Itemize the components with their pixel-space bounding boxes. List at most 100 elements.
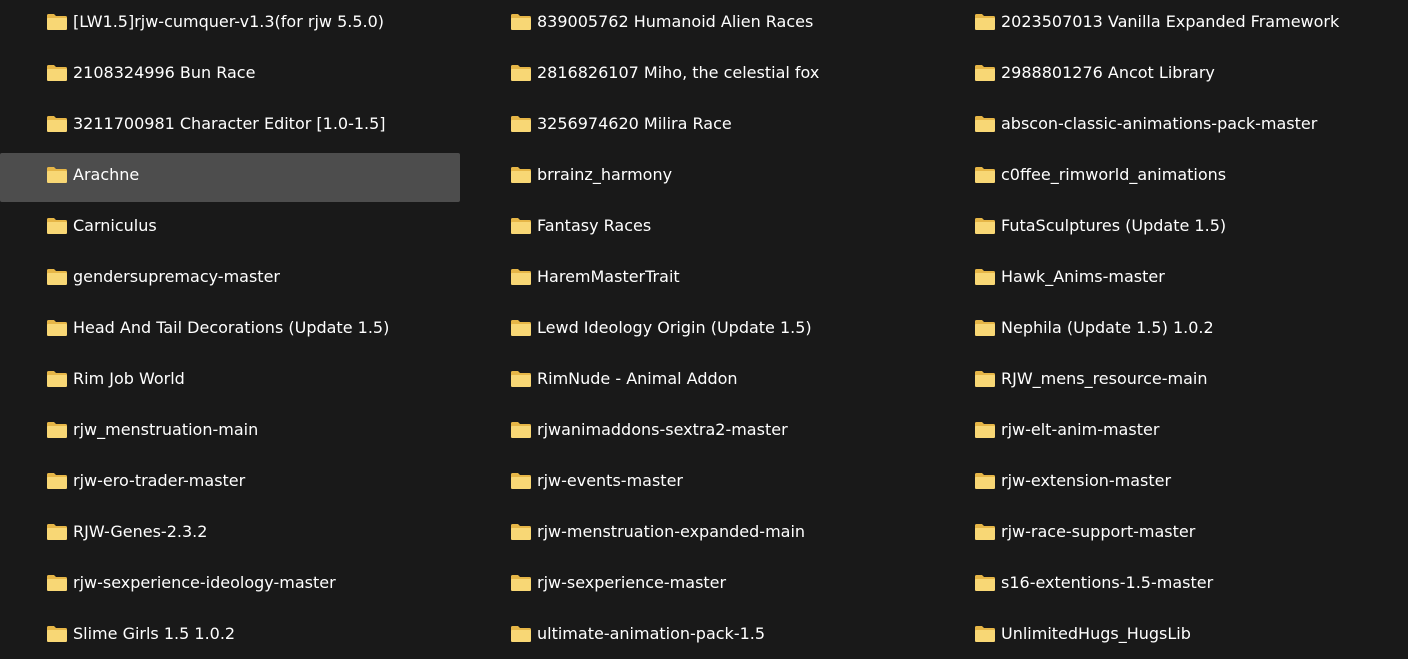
folder-item[interactable]: UnlimitedHugs_HugsLib [928,612,1388,659]
folder-label: rjw-elt-anim-master [1001,419,1160,439]
folder-label: rjw_menstruation-main [73,419,259,439]
folder-item[interactable]: Hawk_Anims-master [928,255,1388,304]
folder-icon [47,523,67,540]
folder-icon [975,13,995,30]
folder-label: gendersupremacy-master [73,266,280,286]
folder-label: rjw-sexperience-master [537,572,727,592]
folder-item[interactable]: 2988801276 Ancot Library [928,51,1388,100]
folder-label: Rim Job World [73,368,185,388]
folder-item[interactable]: rjw-ero-trader-master [0,459,460,508]
folder-item[interactable]: RJW_mens_resource-main [928,357,1388,406]
folder-label: brrainz_harmony [537,164,673,184]
folder-item[interactable]: rjwanimaddons-sextra2-master [464,408,924,457]
folder-item[interactable]: Head And Tail Decorations (Update 1.5) [0,306,460,355]
folder-label: Hawk_Anims-master [1001,266,1165,286]
folder-item[interactable]: 839005762 Humanoid Alien Races [464,0,924,49]
folder-label: 2023507013 Vanilla Expanded Framework [1001,11,1340,31]
folder-icon [511,268,531,285]
folder-label: c0ffee_rimworld_animations [1001,164,1227,184]
folder-label: Slime Girls 1.5 1.0.2 [73,623,236,643]
folder-label: 2108324996 Bun Race [73,62,256,82]
folder-icon [47,166,67,183]
folder-label: rjw-menstruation-expanded-main [537,521,806,541]
folder-label: rjw-sexperience-ideology-master [73,572,336,592]
folder-icon [975,166,995,183]
folder-label: RJW_mens_resource-main [1001,368,1208,388]
folder-icon [47,268,67,285]
folder-item[interactable]: rjw-sexperience-master [464,561,924,610]
folder-item[interactable]: 3256974620 Milira Race [464,102,924,151]
folder-item[interactable]: rjw-sexperience-ideology-master [0,561,460,610]
folder-item[interactable]: s16-extentions-1.5-master [928,561,1388,610]
folder-icon [511,319,531,336]
folder-item[interactable]: RimNude - Animal Addon [464,357,924,406]
folder-column-2: 839005762 Humanoid Alien Races 2816826107… [464,0,924,659]
folder-label: rjw-extension-master [1001,470,1172,490]
folder-icon [511,370,531,387]
folder-label: FutaSculptures (Update 1.5) [1001,215,1227,235]
folder-label: 3256974620 Milira Race [537,113,732,133]
folder-icon [511,166,531,183]
folder-item[interactable]: 3211700981 Character Editor [1.0-1.5] [0,102,460,151]
folder-icon [47,625,67,642]
folder-label: RJW-Genes-2.3.2 [73,521,208,541]
folder-label: Nephila (Update 1.5) 1.0.2 [1001,317,1214,337]
folder-icon [511,217,531,234]
folder-label: rjwanimaddons-sextra2-master [537,419,788,439]
folder-label: 3211700981 Character Editor [1.0-1.5] [73,113,386,133]
folder-item[interactable]: FutaSculptures (Update 1.5) [928,204,1388,253]
folder-item[interactable]: rjw-menstruation-expanded-main [464,510,924,559]
folder-icon [975,64,995,81]
folder-icon [975,370,995,387]
file-grid: [LW1.5]rjw-cumquer-v1.3(for rjw 5.5.0) 21… [0,0,1408,659]
folder-label: Head And Tail Decorations (Update 1.5) [73,317,390,337]
folder-item[interactable]: 2023507013 Vanilla Expanded Framework [928,0,1388,49]
folder-icon [511,115,531,132]
folder-icon [975,217,995,234]
folder-label: Fantasy Races [537,215,652,235]
folder-item[interactable]: abscon-classic-animations-pack-master [928,102,1388,151]
folder-item[interactable]: rjw-elt-anim-master [928,408,1388,457]
folder-icon [511,421,531,438]
folder-item[interactable]: Rim Job World [0,357,460,406]
folder-label: UnlimitedHugs_HugsLib [1001,623,1191,643]
folder-item[interactable]: Fantasy Races [464,204,924,253]
folder-item[interactable]: HaremMasterTrait [464,255,924,304]
folder-label: Lewd Ideology Origin (Update 1.5) [537,317,812,337]
folder-item[interactable]: Nephila (Update 1.5) 1.0.2 [928,306,1388,355]
folder-label: 2816826107 Miho, the celestial fox [537,62,820,82]
folder-item[interactable]: [LW1.5]rjw-cumquer-v1.3(for rjw 5.5.0) [0,0,460,49]
folder-column-1: [LW1.5]rjw-cumquer-v1.3(for rjw 5.5.0) 21… [0,0,460,659]
folder-item[interactable]: rjw-race-support-master [928,510,1388,559]
folder-label: ultimate-animation-pack-1.5 [537,623,766,643]
folder-item[interactable]: 2108324996 Bun Race [0,51,460,100]
folder-label: 2988801276 Ancot Library [1001,62,1215,82]
folder-icon [47,217,67,234]
folder-icon [47,421,67,438]
folder-label: rjw-events-master [537,470,683,490]
folder-item[interactable]: brrainz_harmony [464,153,924,202]
folder-item[interactable]: 2816826107 Miho, the celestial fox [464,51,924,100]
folder-item[interactable]: gendersupremacy-master [0,255,460,304]
folder-label: HaremMasterTrait [537,266,680,286]
folder-label: RimNude - Animal Addon [537,368,738,388]
folder-item[interactable]: rjw-events-master [464,459,924,508]
folder-item[interactable]: Slime Girls 1.5 1.0.2 [0,612,460,659]
folder-item[interactable]: RJW-Genes-2.3.2 [0,510,460,559]
folder-item[interactable]: c0ffee_rimworld_animations [928,153,1388,202]
folder-item[interactable]: rjw_menstruation-main [0,408,460,457]
folder-item[interactable]: rjw-extension-master [928,459,1388,508]
folder-icon [975,523,995,540]
folder-item-selected[interactable]: Arachne [0,153,460,202]
folder-icon [47,472,67,489]
folder-icon [47,574,67,591]
folder-column-3: 2023507013 Vanilla Expanded Framework 298… [928,0,1388,659]
folder-icon [975,574,995,591]
folder-label: s16-extentions-1.5-master [1001,572,1214,592]
folder-item[interactable]: Carniculus [0,204,460,253]
folder-icon [975,472,995,489]
folder-item[interactable]: Lewd Ideology Origin (Update 1.5) [464,306,924,355]
folder-label: rjw-ero-trader-master [73,470,246,490]
folder-item[interactable]: ultimate-animation-pack-1.5 [464,612,924,659]
folder-icon [975,319,995,336]
